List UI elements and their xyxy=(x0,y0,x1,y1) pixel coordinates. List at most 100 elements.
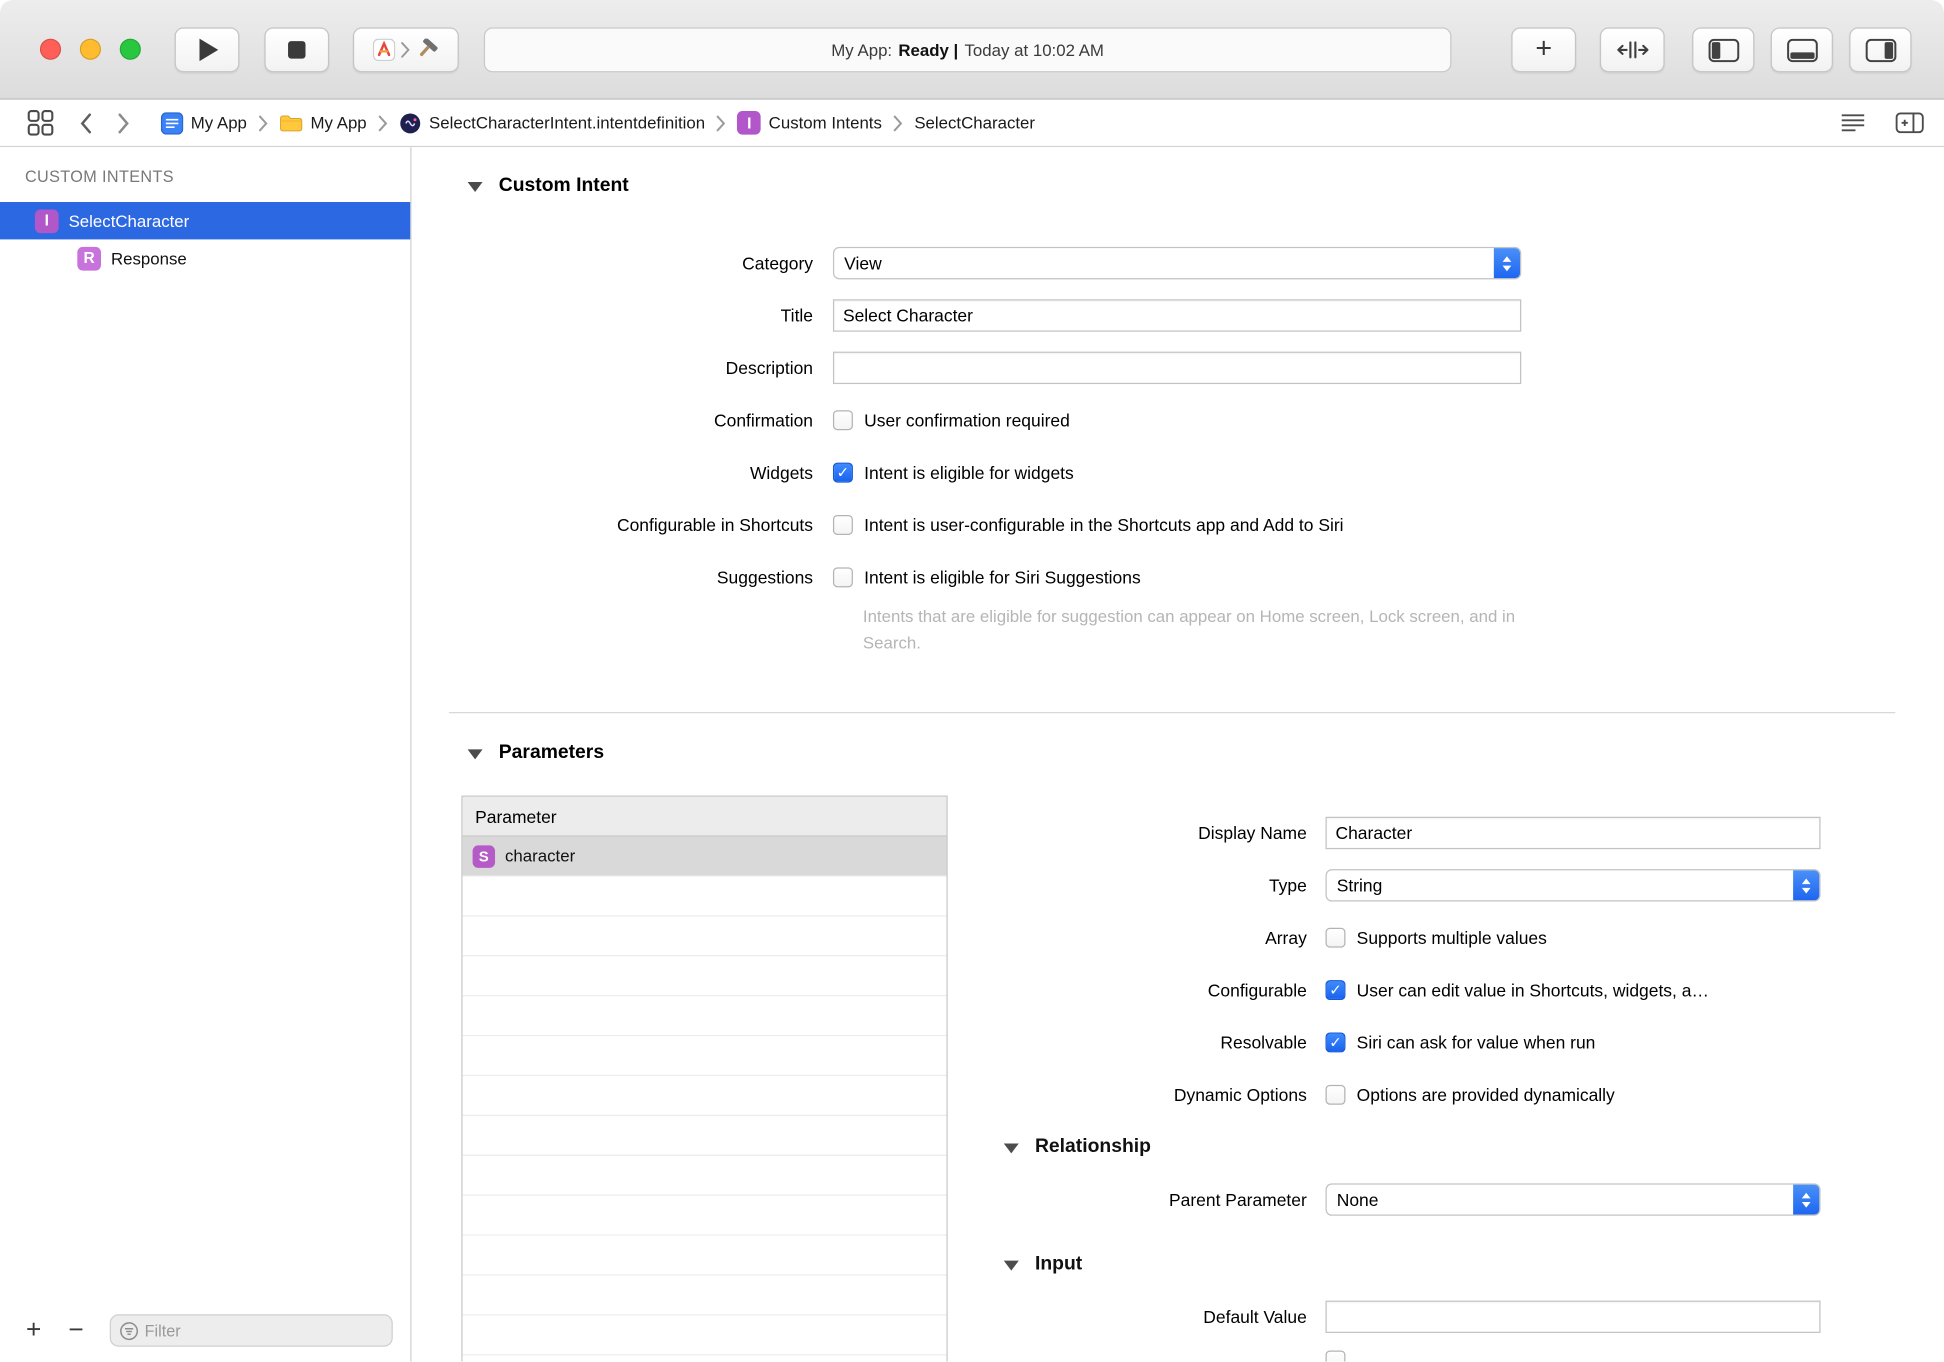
field-label: Array xyxy=(1265,927,1307,948)
toggle-navigator-button[interactable] xyxy=(1692,27,1755,73)
section-title: Custom Intent xyxy=(498,174,629,196)
resolvable-checkbox[interactable] xyxy=(1325,1032,1346,1053)
checkbox-caption[interactable]: User confirmation required xyxy=(864,410,1070,430)
suggestions-help-text: Intents that are eligible for suggestion… xyxy=(862,607,1516,653)
title-input[interactable] xyxy=(832,299,1522,332)
filter-field[interactable] xyxy=(109,1314,393,1347)
toggle-inspector-button[interactable] xyxy=(1849,27,1912,73)
intent-file-icon xyxy=(399,112,421,134)
array-checkbox[interactable] xyxy=(1325,927,1346,948)
disclosure-triangle-icon[interactable] xyxy=(1003,1260,1019,1271)
sidebar-item-response[interactable]: R Response xyxy=(0,239,410,276)
sidebar-footer: + − xyxy=(0,1299,410,1361)
toggle-debug-area-button[interactable] xyxy=(1770,27,1834,73)
breadcrumb: My App My App SelectCharacterIntent.inte… xyxy=(160,110,1035,135)
run-button[interactable] xyxy=(174,27,240,73)
default-value-input[interactable] xyxy=(1325,1300,1821,1333)
description-input[interactable] xyxy=(832,351,1522,385)
filter-input[interactable] xyxy=(144,1321,392,1340)
chevron-right-icon xyxy=(378,114,388,131)
library-button[interactable]: + xyxy=(1511,27,1577,73)
parameter-row-character[interactable]: S character xyxy=(462,836,947,877)
field-label: Category xyxy=(742,253,814,274)
code-review-button[interactable] xyxy=(1599,27,1665,73)
related-items-icon[interactable] xyxy=(27,109,54,136)
parent-parameter-row: Parent Parameter None xyxy=(998,1173,1846,1225)
back-button[interactable] xyxy=(79,112,94,134)
popup-value: View xyxy=(844,253,882,274)
parameter-row-empty xyxy=(462,956,947,997)
intent-badge-icon: I xyxy=(737,110,762,135)
parameter-row-empty xyxy=(462,1116,947,1156)
shortcuts-configurable-checkbox[interactable] xyxy=(832,514,853,535)
checkbox-caption[interactable]: Options are provided dynamically xyxy=(1357,1085,1615,1105)
checkbox-caption[interactable]: Supports multiple values xyxy=(1357,928,1547,948)
custom-intent-form: Category View Title Description xyxy=(411,237,1944,656)
sidebar-item-selectcharacter[interactable]: I SelectCharacter xyxy=(0,202,411,240)
disclosure-triangle-icon[interactable] xyxy=(467,182,483,193)
remove-intent-button[interactable]: − xyxy=(60,1316,92,1346)
editor-options-icon[interactable] xyxy=(1840,113,1865,132)
type-popup[interactable]: String xyxy=(1325,869,1821,902)
stop-button[interactable] xyxy=(264,27,330,73)
project-icon xyxy=(160,111,184,135)
chevron-right-icon xyxy=(400,41,410,58)
play-icon xyxy=(199,38,219,62)
panel-bottom-icon xyxy=(1786,38,1818,62)
description-row: Description xyxy=(411,342,1944,394)
breadcrumb-item-selectcharacter[interactable]: SelectCharacter xyxy=(914,113,1035,132)
confirmation-checkbox[interactable] xyxy=(832,410,853,431)
breadcrumb-item-project[interactable]: My App xyxy=(160,111,247,135)
forward-button[interactable] xyxy=(116,112,131,134)
scheme-selector-button[interactable] xyxy=(352,27,459,73)
add-editor-button[interactable] xyxy=(1895,112,1924,134)
category-popup[interactable]: View xyxy=(832,246,1522,280)
breadcrumb-label: SelectCharacter xyxy=(914,113,1036,133)
parameter-row-empty xyxy=(462,1315,947,1356)
field-label: Description xyxy=(725,357,814,378)
widgets-checkbox[interactable] xyxy=(832,462,853,483)
parent-parameter-popup[interactable]: None xyxy=(1325,1183,1821,1216)
parameter-row-empty xyxy=(462,1036,947,1077)
checkbox-caption[interactable]: Intent is eligible for Siri Suggestions xyxy=(864,567,1141,587)
suggestions-checkbox[interactable] xyxy=(832,567,853,588)
parameters-table[interactable]: Parameter S character xyxy=(461,795,948,1362)
add-intent-button[interactable]: + xyxy=(17,1316,49,1346)
checkbox-caption[interactable]: Intent is user-configurable in the Short… xyxy=(864,515,1343,535)
breadcrumb-label: My App xyxy=(310,113,367,133)
section-title: Parameters xyxy=(498,741,605,764)
plus-icon: + xyxy=(1535,31,1553,64)
field-label: Confirmation xyxy=(714,410,814,431)
close-window-button[interactable] xyxy=(39,38,62,60)
section-title: Relationship xyxy=(1034,1135,1151,1158)
disclosure-triangle-icon[interactable] xyxy=(1003,1143,1019,1154)
dynamic-options-checkbox[interactable] xyxy=(1325,1084,1346,1105)
parameter-row-empty xyxy=(462,1076,947,1117)
parameter-row-empty xyxy=(462,1235,947,1276)
section-title: Input xyxy=(1034,1253,1083,1275)
checkbox-caption[interactable]: Siri can ask for value when run xyxy=(1357,1032,1596,1052)
parameter-row-empty xyxy=(462,1355,947,1362)
checkbox-caption[interactable]: Intent is eligible for widgets xyxy=(864,463,1074,483)
input-section-header: Input xyxy=(998,1238,1846,1290)
checkbox-caption[interactable]: User can edit value in Shortcuts, widget… xyxy=(1357,980,1709,1000)
string-type-badge-icon: S xyxy=(472,844,496,868)
activity-status-display: My App: Ready | Today at 10:02 AM xyxy=(483,27,1452,73)
widgets-row: Widgets Intent is eligible for widgets xyxy=(411,446,1944,498)
minimize-window-button[interactable] xyxy=(79,38,102,60)
clipped-checkbox[interactable] xyxy=(1325,1350,1346,1362)
configurable-checkbox[interactable] xyxy=(1325,980,1346,1001)
chevron-right-icon xyxy=(893,114,903,131)
disclosure-triangle-icon[interactable] xyxy=(467,749,483,760)
response-badge-icon: R xyxy=(77,246,102,270)
parameter-row-empty xyxy=(462,1275,947,1316)
folder-icon xyxy=(279,113,303,133)
parameter-row-empty xyxy=(462,1195,947,1236)
display-name-row: Display Name xyxy=(998,807,1846,859)
breadcrumb-item-group[interactable]: My App xyxy=(279,113,367,133)
fullscreen-window-button[interactable] xyxy=(119,38,141,60)
breadcrumb-item-custom-intents[interactable]: I Custom Intents xyxy=(737,110,882,135)
breadcrumb-item-intentdefinition-file[interactable]: SelectCharacterIntent.intentdefinition xyxy=(399,112,705,134)
breadcrumb-label: SelectCharacterIntent.intentdefinition xyxy=(429,113,706,133)
display-name-input[interactable] xyxy=(1325,816,1821,850)
